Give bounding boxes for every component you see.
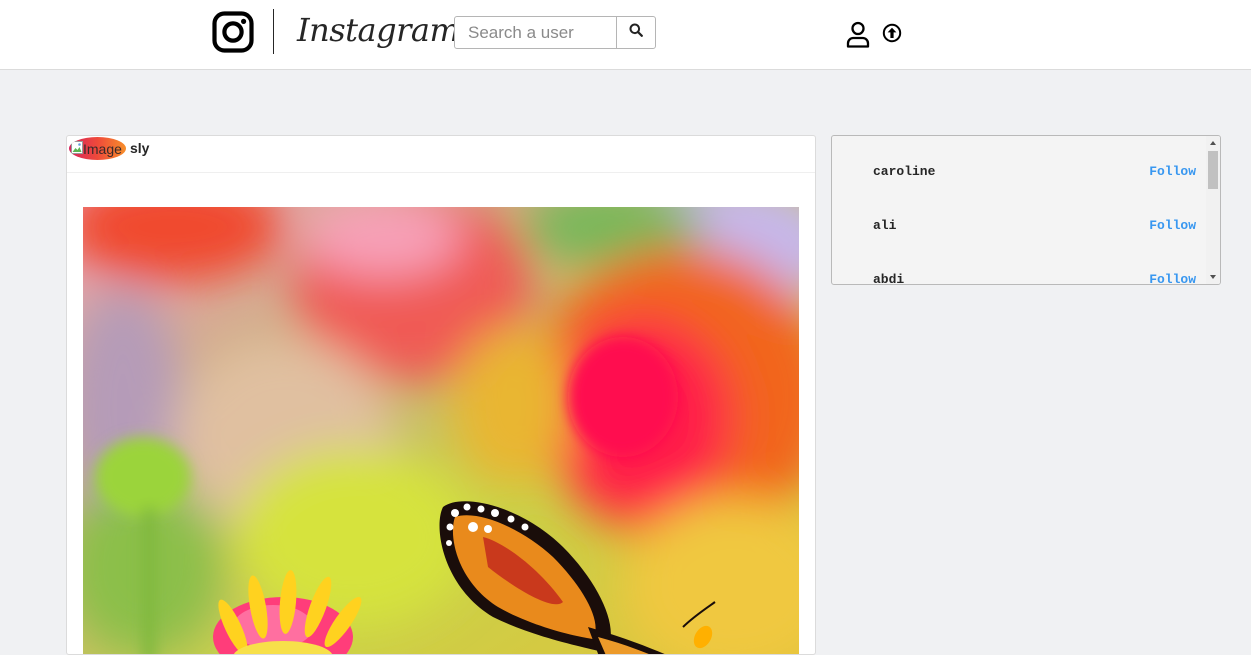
scroll-up-arrow-icon[interactable] <box>1206 136 1220 150</box>
suggestion-row: caroline Follow <box>832 162 1207 182</box>
follow-button[interactable]: Follow <box>1149 162 1196 182</box>
logo-divider <box>273 9 274 54</box>
suggestions-scrollbar[interactable] <box>1206 136 1220 284</box>
instagram-camera-icon[interactable] <box>212 11 254 53</box>
user-profile-icon[interactable] <box>845 21 871 53</box>
search-input[interactable] <box>455 17 616 48</box>
post-image <box>83 207 799 654</box>
follow-button[interactable]: Follow <box>1149 216 1196 236</box>
suggestion-username[interactable]: ali <box>873 216 896 236</box>
suggestions-panel[interactable]: caroline Follow ali Follow abdi Follow <box>831 135 1221 285</box>
scroll-thumb[interactable] <box>1208 151 1218 189</box>
suggestion-row: ali Follow <box>832 216 1207 236</box>
suggestion-username[interactable]: caroline <box>873 162 935 182</box>
post-header: Image sly <box>67 136 815 173</box>
follow-button[interactable]: Follow <box>1149 270 1196 284</box>
upload-arrow-icon[interactable] <box>882 23 902 48</box>
post-card: Image sly <box>66 135 816 655</box>
suggestion-username[interactable]: abdi <box>873 270 904 284</box>
avatar-alt-text: Image <box>83 141 122 157</box>
search-icon <box>629 23 643 42</box>
search-bar <box>454 16 656 49</box>
top-navbar: Instagram <box>0 0 1251 70</box>
suggestion-row: abdi Follow <box>832 270 1207 284</box>
post-username[interactable]: sly <box>130 140 149 157</box>
avatar[interactable]: Image <box>69 137 126 160</box>
broken-image-icon <box>71 141 83 154</box>
scroll-down-arrow-icon[interactable] <box>1206 270 1220 284</box>
search-button[interactable] <box>616 17 655 48</box>
instagram-wordmark[interactable]: Instagram <box>297 8 460 52</box>
